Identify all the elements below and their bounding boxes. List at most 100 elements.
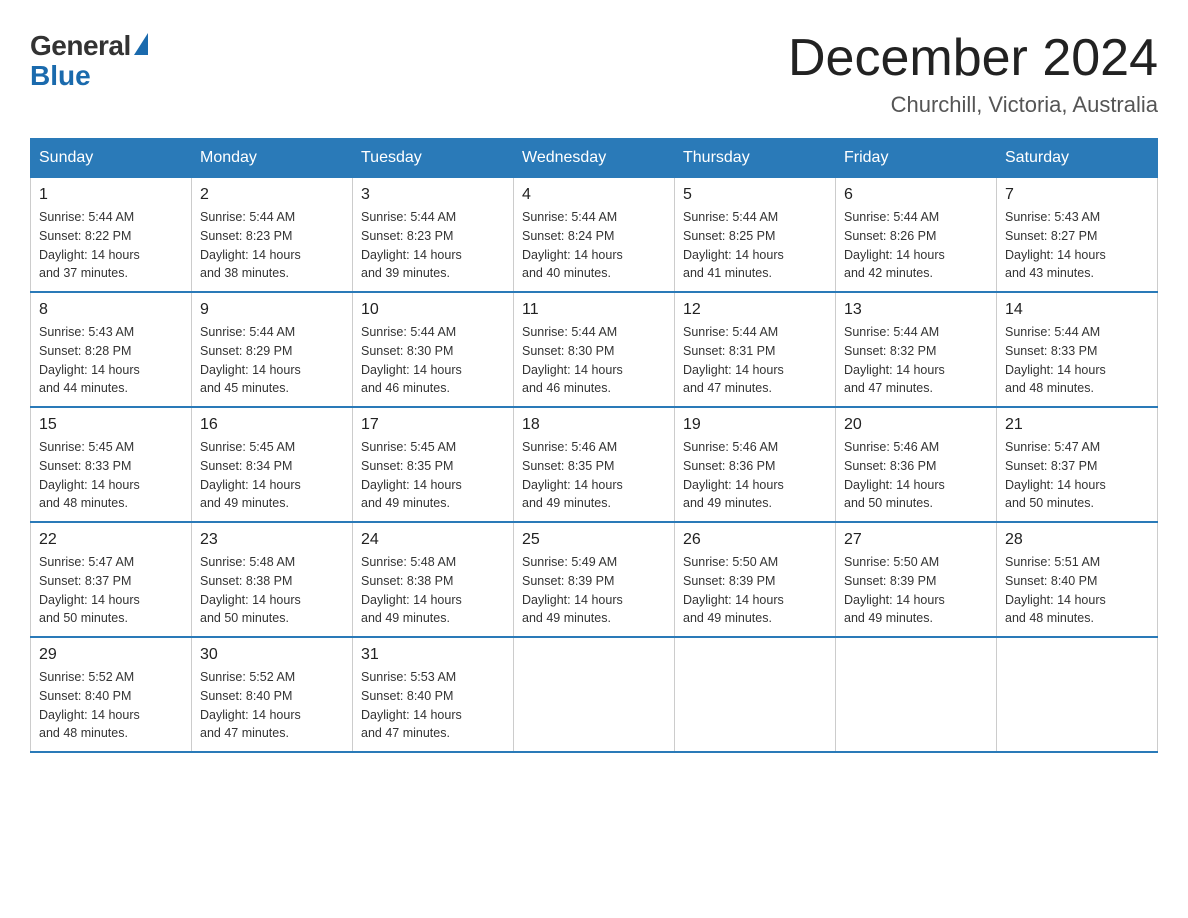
calendar-cell: 26 Sunrise: 5:50 AMSunset: 8:39 PMDaylig… [675,522,836,637]
day-number: 23 [200,531,344,549]
calendar-cell: 31 Sunrise: 5:53 AMSunset: 8:40 PMDaylig… [353,637,514,752]
day-info: Sunrise: 5:46 AMSunset: 8:36 PMDaylight:… [683,440,784,510]
calendar-cell: 9 Sunrise: 5:44 AMSunset: 8:29 PMDayligh… [192,292,353,407]
day-number: 24 [361,531,505,549]
calendar-cell: 5 Sunrise: 5:44 AMSunset: 8:25 PMDayligh… [675,178,836,293]
calendar-cell: 1 Sunrise: 5:44 AMSunset: 8:22 PMDayligh… [31,178,192,293]
day-info: Sunrise: 5:44 AMSunset: 8:29 PMDaylight:… [200,325,301,395]
calendar-row-5: 29 Sunrise: 5:52 AMSunset: 8:40 PMDaylig… [31,637,1158,752]
day-number: 6 [844,186,988,204]
calendar-cell: 25 Sunrise: 5:49 AMSunset: 8:39 PMDaylig… [514,522,675,637]
day-number: 18 [522,416,666,434]
calendar-cell: 14 Sunrise: 5:44 AMSunset: 8:33 PMDaylig… [997,292,1158,407]
header-cell-wednesday: Wednesday [514,139,675,178]
day-info: Sunrise: 5:44 AMSunset: 8:32 PMDaylight:… [844,325,945,395]
day-number: 16 [200,416,344,434]
calendar-header: SundayMondayTuesdayWednesdayThursdayFrid… [31,139,1158,178]
logo-general-text: General [30,30,131,62]
title-section: December 2024 Churchill, Victoria, Austr… [788,30,1158,118]
calendar-cell: 3 Sunrise: 5:44 AMSunset: 8:23 PMDayligh… [353,178,514,293]
calendar-cell: 17 Sunrise: 5:45 AMSunset: 8:35 PMDaylig… [353,407,514,522]
calendar-cell: 29 Sunrise: 5:52 AMSunset: 8:40 PMDaylig… [31,637,192,752]
calendar-cell: 8 Sunrise: 5:43 AMSunset: 8:28 PMDayligh… [31,292,192,407]
day-number: 9 [200,301,344,319]
month-title: December 2024 [788,30,1158,87]
calendar-cell: 11 Sunrise: 5:44 AMSunset: 8:30 PMDaylig… [514,292,675,407]
calendar-cell: 10 Sunrise: 5:44 AMSunset: 8:30 PMDaylig… [353,292,514,407]
header-cell-monday: Monday [192,139,353,178]
day-number: 15 [39,416,183,434]
calendar-cell: 18 Sunrise: 5:46 AMSunset: 8:35 PMDaylig… [514,407,675,522]
calendar-cell: 30 Sunrise: 5:52 AMSunset: 8:40 PMDaylig… [192,637,353,752]
day-info: Sunrise: 5:45 AMSunset: 8:33 PMDaylight:… [39,440,140,510]
day-info: Sunrise: 5:44 AMSunset: 8:31 PMDaylight:… [683,325,784,395]
header-row: SundayMondayTuesdayWednesdayThursdayFrid… [31,139,1158,178]
calendar-row-4: 22 Sunrise: 5:47 AMSunset: 8:37 PMDaylig… [31,522,1158,637]
calendar-cell: 16 Sunrise: 5:45 AMSunset: 8:34 PMDaylig… [192,407,353,522]
calendar-cell: 13 Sunrise: 5:44 AMSunset: 8:32 PMDaylig… [836,292,997,407]
calendar-row-1: 1 Sunrise: 5:44 AMSunset: 8:22 PMDayligh… [31,178,1158,293]
calendar-cell: 22 Sunrise: 5:47 AMSunset: 8:37 PMDaylig… [31,522,192,637]
day-info: Sunrise: 5:45 AMSunset: 8:35 PMDaylight:… [361,440,462,510]
calendar-cell: 2 Sunrise: 5:44 AMSunset: 8:23 PMDayligh… [192,178,353,293]
day-info: Sunrise: 5:45 AMSunset: 8:34 PMDaylight:… [200,440,301,510]
day-number: 14 [1005,301,1149,319]
day-number: 1 [39,186,183,204]
header-cell-thursday: Thursday [675,139,836,178]
day-info: Sunrise: 5:44 AMSunset: 8:22 PMDaylight:… [39,210,140,280]
day-info: Sunrise: 5:48 AMSunset: 8:38 PMDaylight:… [361,555,462,625]
day-number: 27 [844,531,988,549]
day-info: Sunrise: 5:44 AMSunset: 8:33 PMDaylight:… [1005,325,1106,395]
day-info: Sunrise: 5:44 AMSunset: 8:23 PMDaylight:… [361,210,462,280]
day-info: Sunrise: 5:46 AMSunset: 8:35 PMDaylight:… [522,440,623,510]
day-info: Sunrise: 5:46 AMSunset: 8:36 PMDaylight:… [844,440,945,510]
calendar-cell: 19 Sunrise: 5:46 AMSunset: 8:36 PMDaylig… [675,407,836,522]
day-info: Sunrise: 5:50 AMSunset: 8:39 PMDaylight:… [844,555,945,625]
day-number: 28 [1005,531,1149,549]
calendar-cell [997,637,1158,752]
calendar-cell [675,637,836,752]
calendar-cell: 23 Sunrise: 5:48 AMSunset: 8:38 PMDaylig… [192,522,353,637]
day-info: Sunrise: 5:52 AMSunset: 8:40 PMDaylight:… [200,670,301,740]
calendar-cell: 4 Sunrise: 5:44 AMSunset: 8:24 PMDayligh… [514,178,675,293]
day-info: Sunrise: 5:44 AMSunset: 8:24 PMDaylight:… [522,210,623,280]
day-number: 25 [522,531,666,549]
logo-blue-text: Blue [30,60,91,92]
day-info: Sunrise: 5:44 AMSunset: 8:30 PMDaylight:… [361,325,462,395]
day-number: 4 [522,186,666,204]
day-number: 30 [200,646,344,664]
day-info: Sunrise: 5:44 AMSunset: 8:23 PMDaylight:… [200,210,301,280]
header-cell-sunday: Sunday [31,139,192,178]
day-number: 22 [39,531,183,549]
day-number: 10 [361,301,505,319]
day-info: Sunrise: 5:44 AMSunset: 8:26 PMDaylight:… [844,210,945,280]
day-number: 26 [683,531,827,549]
day-number: 17 [361,416,505,434]
calendar-row-2: 8 Sunrise: 5:43 AMSunset: 8:28 PMDayligh… [31,292,1158,407]
calendar-cell: 20 Sunrise: 5:46 AMSunset: 8:36 PMDaylig… [836,407,997,522]
calendar-cell: 12 Sunrise: 5:44 AMSunset: 8:31 PMDaylig… [675,292,836,407]
day-info: Sunrise: 5:44 AMSunset: 8:30 PMDaylight:… [522,325,623,395]
calendar-row-3: 15 Sunrise: 5:45 AMSunset: 8:33 PMDaylig… [31,407,1158,522]
header-cell-tuesday: Tuesday [353,139,514,178]
day-number: 5 [683,186,827,204]
calendar-cell: 6 Sunrise: 5:44 AMSunset: 8:26 PMDayligh… [836,178,997,293]
header-cell-saturday: Saturday [997,139,1158,178]
day-number: 13 [844,301,988,319]
day-info: Sunrise: 5:52 AMSunset: 8:40 PMDaylight:… [39,670,140,740]
day-number: 7 [1005,186,1149,204]
day-info: Sunrise: 5:47 AMSunset: 8:37 PMDaylight:… [39,555,140,625]
calendar-cell: 21 Sunrise: 5:47 AMSunset: 8:37 PMDaylig… [997,407,1158,522]
day-number: 11 [522,301,666,319]
day-number: 31 [361,646,505,664]
logo-triangle-icon [134,33,148,55]
calendar-cell [836,637,997,752]
calendar-cell [514,637,675,752]
calendar-body: 1 Sunrise: 5:44 AMSunset: 8:22 PMDayligh… [31,178,1158,753]
day-number: 20 [844,416,988,434]
calendar-cell: 27 Sunrise: 5:50 AMSunset: 8:39 PMDaylig… [836,522,997,637]
day-info: Sunrise: 5:43 AMSunset: 8:27 PMDaylight:… [1005,210,1106,280]
day-info: Sunrise: 5:47 AMSunset: 8:37 PMDaylight:… [1005,440,1106,510]
day-info: Sunrise: 5:53 AMSunset: 8:40 PMDaylight:… [361,670,462,740]
calendar-table: SundayMondayTuesdayWednesdayThursdayFrid… [30,138,1158,753]
